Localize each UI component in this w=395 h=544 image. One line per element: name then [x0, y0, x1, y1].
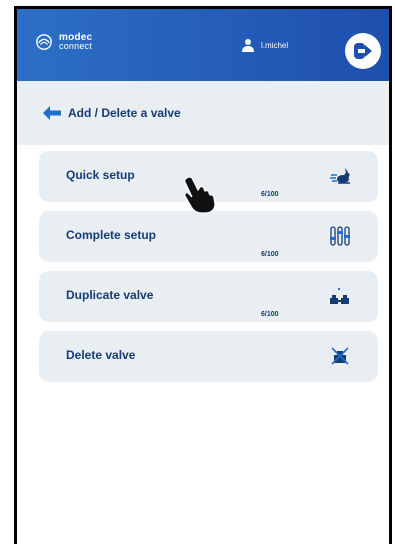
valve-count: 6/100: [261, 191, 279, 198]
page-header: Add / Delete a valve: [17, 81, 389, 145]
action-label: Delete valve: [66, 348, 136, 362]
user-info[interactable]: l.michel: [241, 38, 288, 52]
logo: modec connect: [35, 33, 92, 51]
back-arrow-icon: [43, 106, 61, 120]
action-label: Quick setup: [66, 168, 135, 182]
hand-pointer-icon: [184, 176, 216, 214]
logout-icon: [354, 43, 372, 59]
rabbit-icon: [330, 168, 350, 184]
logout-button[interactable]: [345, 33, 381, 69]
sliders-icon: [330, 226, 350, 246]
user-icon: [242, 39, 254, 52]
logo-mark-icon: [36, 34, 52, 50]
delete-valve-button[interactable]: Delete valve: [39, 331, 378, 382]
complete-setup-button[interactable]: Complete setup 6/100: [39, 211, 378, 262]
valve-count: 6/100: [261, 311, 279, 318]
back-button[interactable]: Add / Delete a valve: [43, 106, 181, 120]
duplicate-valve-icon: [330, 288, 349, 304]
action-label: Duplicate valve: [66, 288, 154, 302]
duplicate-valve-button[interactable]: Duplicate valve 6/100: [39, 271, 378, 322]
page-title: Add / Delete a valve: [68, 106, 181, 120]
valve-count: 6/100: [261, 251, 279, 258]
user-name: l.michel: [261, 40, 289, 50]
action-label: Complete setup: [66, 228, 157, 242]
logo-text-bottom: connect: [59, 41, 92, 51]
app-header: modec connect l.michel: [17, 9, 389, 81]
delete-valve-icon: [331, 347, 349, 365]
